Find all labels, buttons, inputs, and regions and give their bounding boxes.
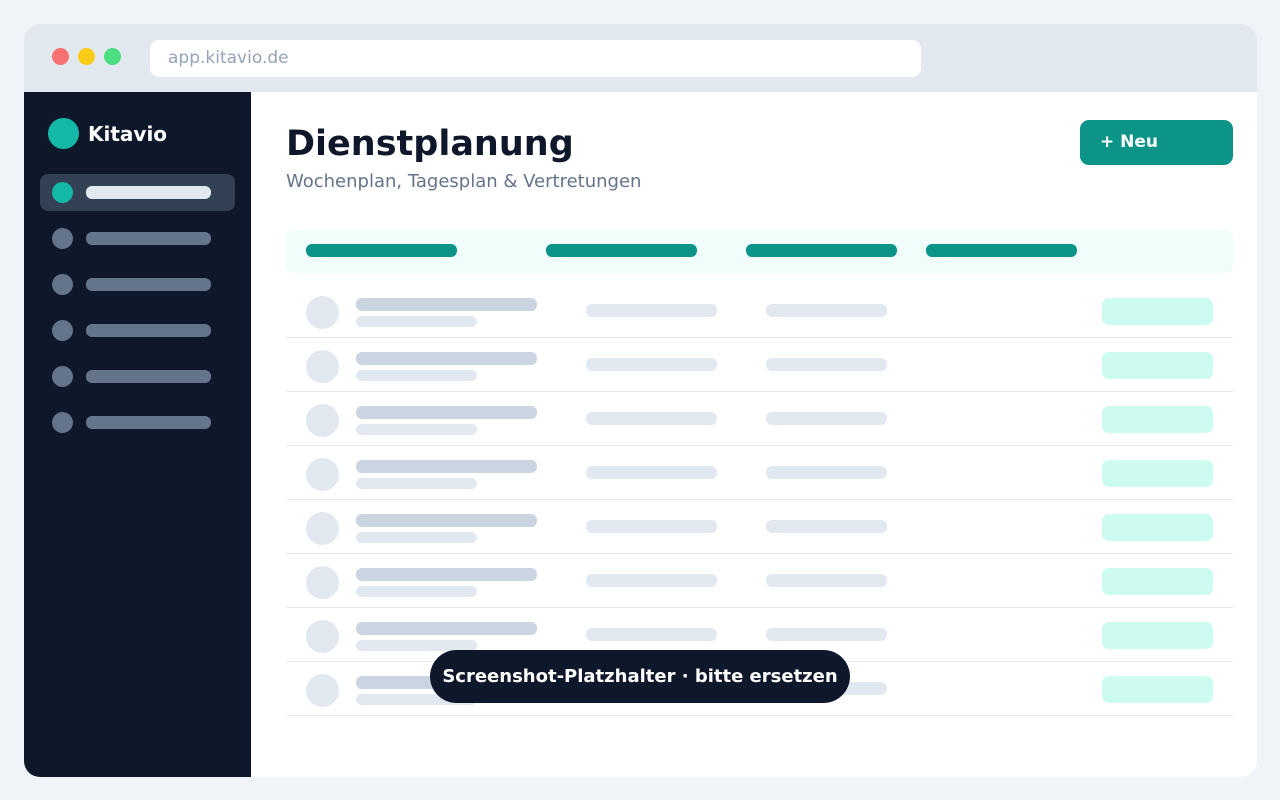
nav-item-icon <box>52 182 73 203</box>
name-placeholder <box>356 460 537 473</box>
nav-item-icon <box>52 320 73 341</box>
status-badge <box>1102 676 1213 703</box>
address-bar[interactable]: app.kitavio.de <box>150 40 921 77</box>
nav-item-icon <box>52 228 73 249</box>
cell-placeholder <box>766 574 887 587</box>
name-placeholder <box>356 406 537 419</box>
nav-item-label-placeholder <box>86 370 211 383</box>
table-row[interactable] <box>286 554 1233 608</box>
cell-placeholder <box>766 628 887 641</box>
table-header-cell[interactable] <box>306 244 457 257</box>
table-header-cell[interactable] <box>746 244 897 257</box>
nav-item-label-placeholder <box>86 324 211 337</box>
nav-item-label-placeholder <box>86 232 211 245</box>
name-placeholder <box>356 298 537 311</box>
nav-item-label-placeholder <box>86 416 211 429</box>
detail-placeholder <box>356 532 477 543</box>
sidebar-nav-item[interactable] <box>40 358 235 395</box>
avatar <box>306 620 339 653</box>
avatar <box>306 512 339 545</box>
cell-placeholder <box>586 304 717 317</box>
detail-placeholder <box>356 424 477 435</box>
table-row[interactable] <box>286 392 1233 446</box>
new-button[interactable]: + Neu <box>1080 120 1233 165</box>
cell-placeholder <box>766 466 887 479</box>
sidebar-nav-item[interactable] <box>40 220 235 257</box>
nav-item-icon <box>52 412 73 433</box>
cell-placeholder <box>586 628 717 641</box>
brand-logo-icon <box>48 118 79 149</box>
detail-placeholder <box>356 478 477 489</box>
avatar <box>306 458 339 491</box>
cell-placeholder <box>586 520 717 533</box>
table-row[interactable] <box>286 500 1233 554</box>
sidebar: Kitavio <box>24 92 251 777</box>
status-badge <box>1102 406 1213 433</box>
avatar <box>306 566 339 599</box>
nav-item-label-placeholder <box>86 278 211 291</box>
cell-placeholder <box>586 574 717 587</box>
placeholder-badge: Screenshot-Platzhalter · bitte ersetzen <box>430 650 850 703</box>
cell-placeholder <box>586 412 717 425</box>
minimize-window-dot[interactable] <box>78 48 95 65</box>
nav-item-label-placeholder <box>86 186 211 199</box>
nav-item-icon <box>52 274 73 295</box>
status-badge <box>1102 514 1213 541</box>
sidebar-nav-item[interactable] <box>40 404 235 441</box>
browser-titlebar: app.kitavio.de <box>24 24 1257 92</box>
close-window-dot[interactable] <box>52 48 69 65</box>
avatar <box>306 404 339 437</box>
brand-name: Kitavio <box>88 122 168 146</box>
page-subtitle: Wochenplan, Tagesplan & Vertretungen <box>286 171 642 192</box>
nav-item-icon <box>52 366 73 387</box>
maximize-window-dot[interactable] <box>104 48 121 65</box>
avatar <box>306 674 339 707</box>
avatar <box>306 296 339 329</box>
detail-placeholder <box>356 316 477 327</box>
cell-placeholder <box>766 358 887 371</box>
status-badge <box>1102 352 1213 379</box>
table-header-cell[interactable] <box>546 244 697 257</box>
name-placeholder <box>356 514 537 527</box>
table-row[interactable] <box>286 338 1233 392</box>
cell-placeholder <box>586 358 717 371</box>
sidebar-nav-item[interactable] <box>40 312 235 349</box>
detail-placeholder <box>356 370 477 381</box>
table-header <box>286 230 1233 273</box>
table-row[interactable] <box>286 446 1233 500</box>
name-placeholder <box>356 622 537 635</box>
avatar <box>306 350 339 383</box>
cell-placeholder <box>766 520 887 533</box>
name-placeholder <box>356 352 537 365</box>
name-placeholder <box>356 568 537 581</box>
cell-placeholder <box>766 304 887 317</box>
cell-placeholder <box>766 412 887 425</box>
status-badge <box>1102 298 1213 325</box>
sidebar-nav-item[interactable] <box>40 174 235 211</box>
sidebar-nav-item[interactable] <box>40 266 235 303</box>
table-row[interactable] <box>286 284 1233 338</box>
status-badge <box>1102 622 1213 649</box>
status-badge <box>1102 568 1213 595</box>
cell-placeholder <box>586 466 717 479</box>
table-header-cell[interactable] <box>926 244 1077 257</box>
page-title: Dienstplanung <box>286 124 574 164</box>
status-badge <box>1102 460 1213 487</box>
detail-placeholder <box>356 586 477 597</box>
